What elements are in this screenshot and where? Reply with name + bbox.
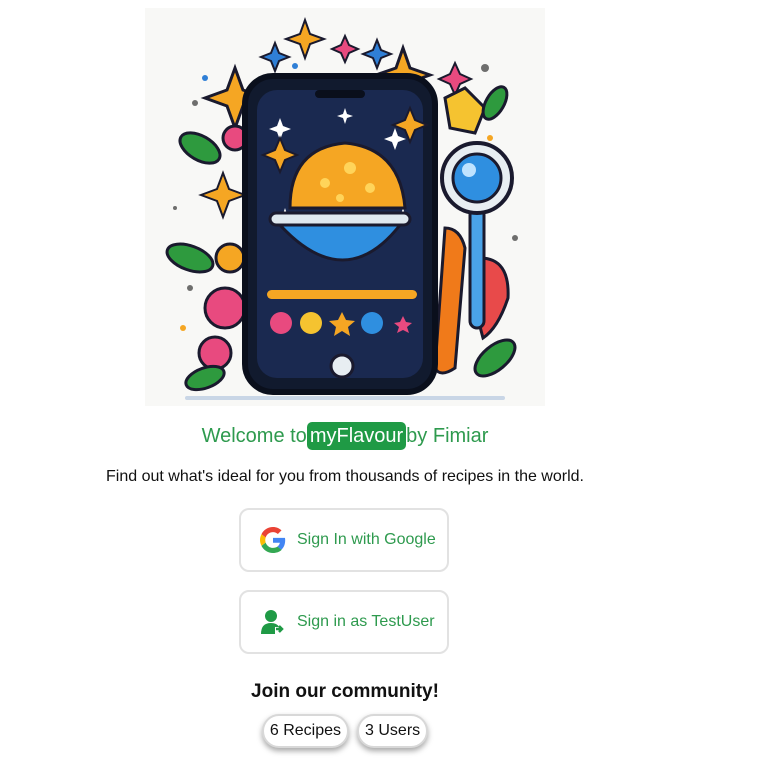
welcome-prefix: Welcome to — [201, 425, 307, 447]
phone-recipe-illustration — [165, 17, 518, 400]
community-stats: 6 Recipes 3 Users — [0, 714, 690, 748]
brand-badge: myFlavour — [306, 422, 407, 450]
welcome-heading: Welcome to myFlavour by Fimiar — [0, 422, 690, 450]
hero-illustration — [145, 8, 545, 406]
sign-in-google-button[interactable]: Sign In with Google — [239, 508, 449, 572]
sign-in-google-label: Sign In with Google — [297, 531, 436, 548]
tagline: Find out what's ideal for you from thous… — [106, 468, 584, 485]
sign-in-testuser-button[interactable]: Sign in as TestUser — [239, 590, 449, 654]
recipes-count-badge[interactable]: 6 Recipes — [261, 714, 350, 748]
welcome-suffix: by Fimiar — [406, 425, 489, 447]
users-count-badge[interactable]: 3 Users — [357, 714, 429, 748]
sign-in-testuser-label: Sign in as TestUser — [297, 613, 435, 630]
google-icon — [259, 526, 287, 554]
community-heading: Join our community! — [251, 681, 439, 702]
user-login-icon — [259, 608, 287, 636]
